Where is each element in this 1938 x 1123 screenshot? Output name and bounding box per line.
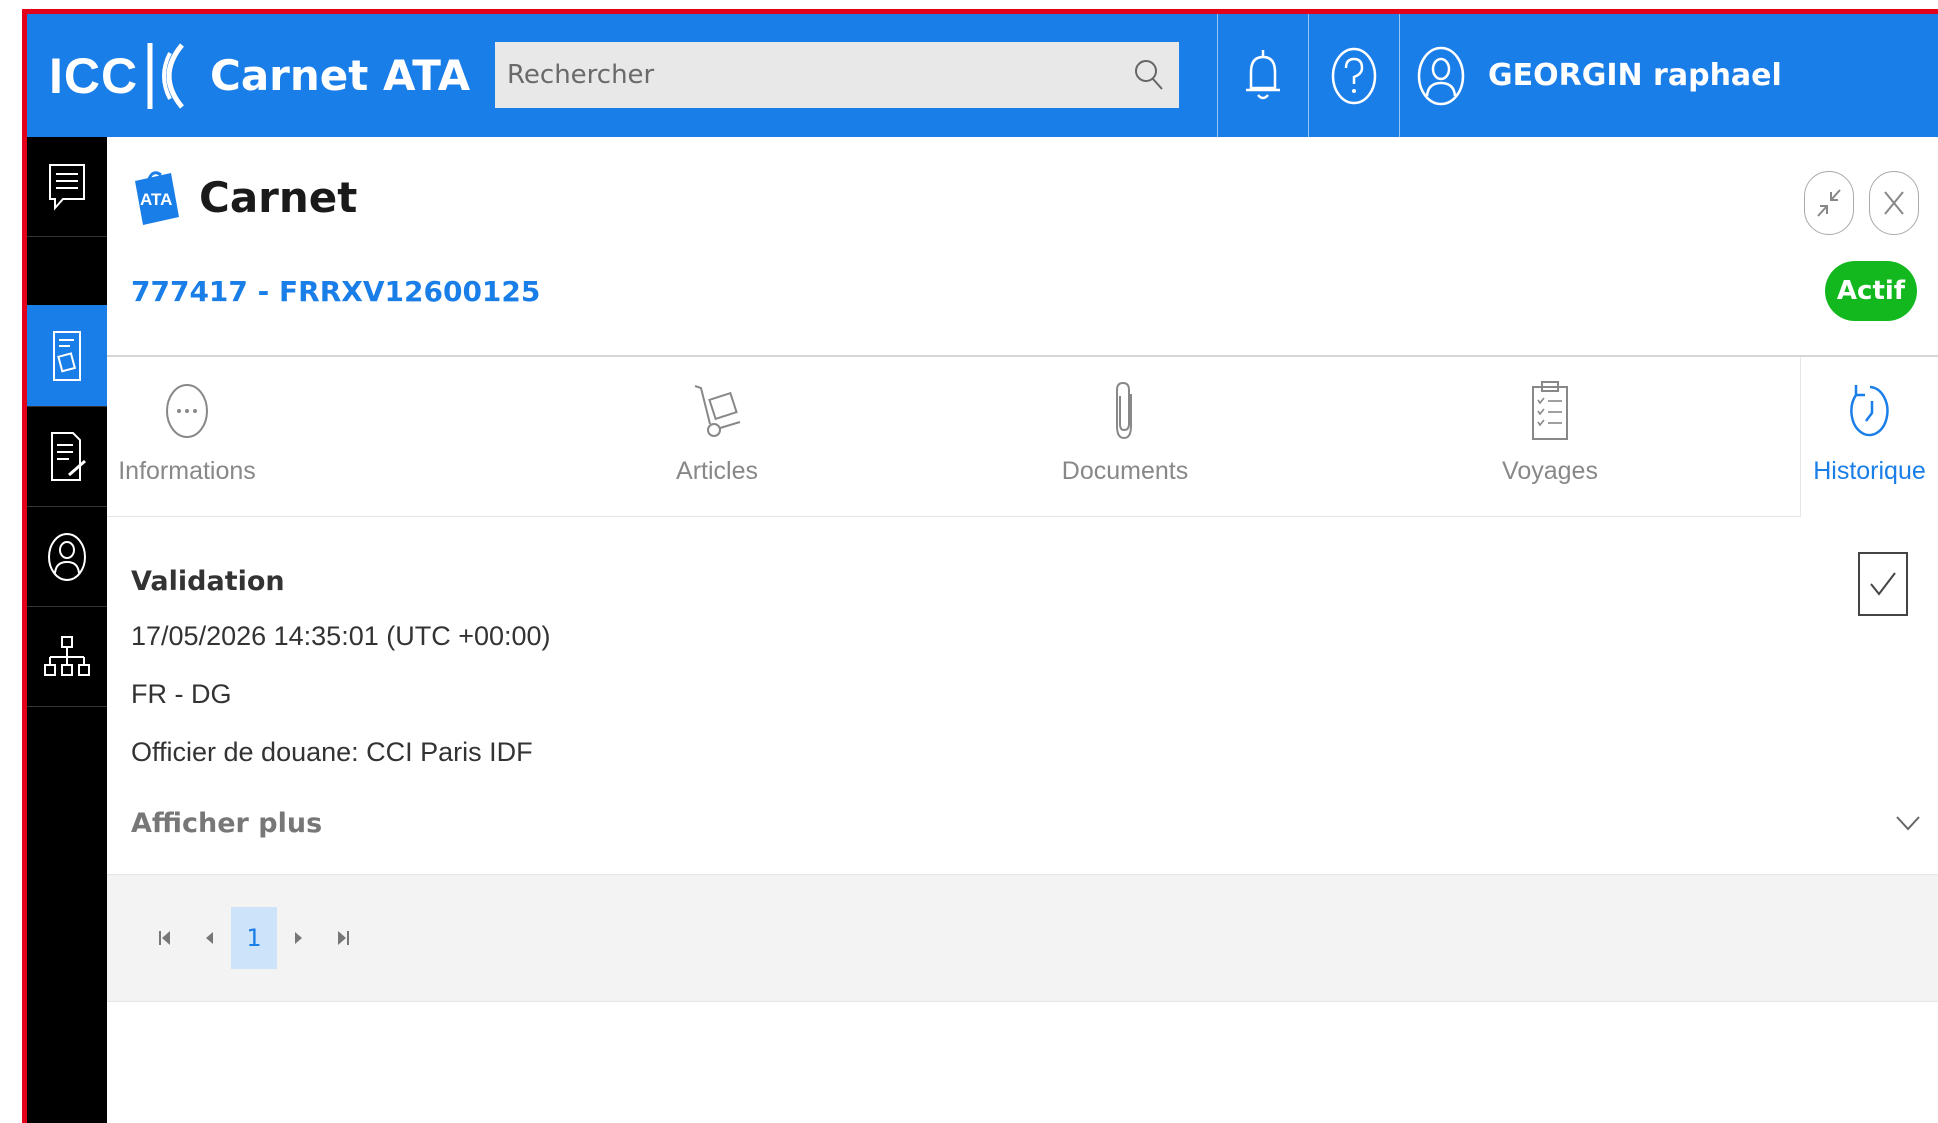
carnet-panel: ATA Carnet 777417 - FRRXV12600125 Actif: [107, 137, 1938, 1123]
last-page-button[interactable]: [321, 907, 365, 969]
tab-informations[interactable]: Informations: [107, 357, 267, 517]
sidebar-item-documents[interactable]: [27, 407, 107, 507]
chevron-left-icon: [206, 932, 213, 944]
hand-truck-icon: [692, 379, 742, 443]
more-icon: [165, 379, 209, 443]
entry-officer: Officier de douane: CCI Paris IDF: [131, 737, 533, 767]
collapse-button[interactable]: [1804, 171, 1854, 235]
tab-articles[interactable]: Articles: [617, 357, 817, 517]
top-header: ICC Carnet ATA Rechercher GEORGIN raphae…: [27, 14, 1938, 137]
icc-logo-icon: [147, 42, 185, 109]
chevron-right-icon: [295, 932, 302, 944]
history-icon: [1848, 379, 1892, 443]
tab-documents[interactable]: Documents: [1025, 357, 1225, 517]
history-entry: Validation 17/05/2026 14:35:01 (UTC +00:…: [131, 557, 1921, 781]
pagination: 1: [143, 907, 365, 969]
pagination-bar: 1: [107, 874, 1938, 1002]
user-name: GEORGIN raphael: [1488, 58, 1782, 93]
app-title: Carnet ATA: [210, 51, 471, 100]
next-page-button[interactable]: [277, 907, 321, 969]
clipboard-icon: [1530, 379, 1570, 443]
entry-checkbox[interactable]: [1858, 552, 1908, 616]
ata-badge-text: ATA: [140, 190, 172, 209]
entry-location: FR - DG: [131, 679, 232, 709]
sidebar-item-organization[interactable]: [27, 607, 107, 707]
user-avatar-icon: [1417, 46, 1465, 105]
status-badge: Actif: [1825, 261, 1917, 321]
organization-icon: [44, 635, 90, 676]
search-box[interactable]: [495, 42, 1179, 108]
tab-label: Articles: [676, 457, 758, 485]
sidebar-item-carnet[interactable]: [27, 305, 107, 407]
previous-page-button[interactable]: [187, 907, 231, 969]
page-number-button[interactable]: 1: [231, 907, 277, 969]
checkmark-icon: [1870, 572, 1896, 596]
icc-logo[interactable]: ICC: [49, 24, 190, 127]
entry-datetime: 17/05/2026 14:35:01 (UTC +00:00): [131, 621, 551, 651]
paperclip-icon: [1110, 379, 1140, 443]
first-page-button[interactable]: [143, 907, 187, 969]
entry-title: Validation: [131, 566, 285, 597]
user-icon: [48, 532, 86, 581]
help-icon: [1331, 47, 1376, 104]
sidebar-item-messages[interactable]: [27, 137, 107, 237]
user-menu[interactable]: GEORGIN raphael: [1399, 14, 1782, 137]
sidebar-item-users[interactable]: [27, 507, 107, 607]
messages-icon: [49, 163, 85, 211]
tab-label: Historique: [1813, 457, 1926, 485]
tab-bar: Informations Articles Documents Voyages …: [107, 357, 1938, 517]
tab-label: Documents: [1061, 457, 1189, 485]
chevron-down-icon: [1896, 816, 1920, 831]
document-edit-icon: [51, 431, 86, 481]
close-button[interactable]: [1869, 171, 1919, 235]
bell-icon: [1245, 49, 1280, 99]
tab-historique[interactable]: Historique: [1800, 357, 1938, 517]
page-title: Carnet: [199, 172, 358, 222]
ata-carnet-badge-icon: ATA: [135, 171, 179, 225]
tab-label: Informations: [118, 457, 256, 485]
tab-label: Voyages: [1502, 457, 1598, 485]
help-button[interactable]: [1308, 14, 1398, 137]
close-icon: [1884, 191, 1904, 215]
show-more-toggle[interactable]: Afficher plus: [131, 793, 1921, 853]
sidebar: [27, 137, 107, 1123]
last-page-icon: [338, 931, 349, 945]
search-icon[interactable]: [1119, 42, 1179, 108]
first-page-icon: [159, 931, 170, 945]
tab-voyages[interactable]: Voyages: [1450, 357, 1650, 517]
search-input[interactable]: [495, 42, 1119, 108]
show-more-label: Afficher plus: [131, 807, 323, 839]
carnet-id-link[interactable]: 777417 - FRRXV12600125: [131, 275, 540, 308]
logo-text: ICC: [49, 47, 139, 104]
panel-header: ATA Carnet: [131, 165, 357, 229]
carnet-icon: [53, 330, 81, 381]
collapse-icon: [1817, 189, 1841, 217]
notifications-button[interactable]: [1217, 14, 1307, 137]
